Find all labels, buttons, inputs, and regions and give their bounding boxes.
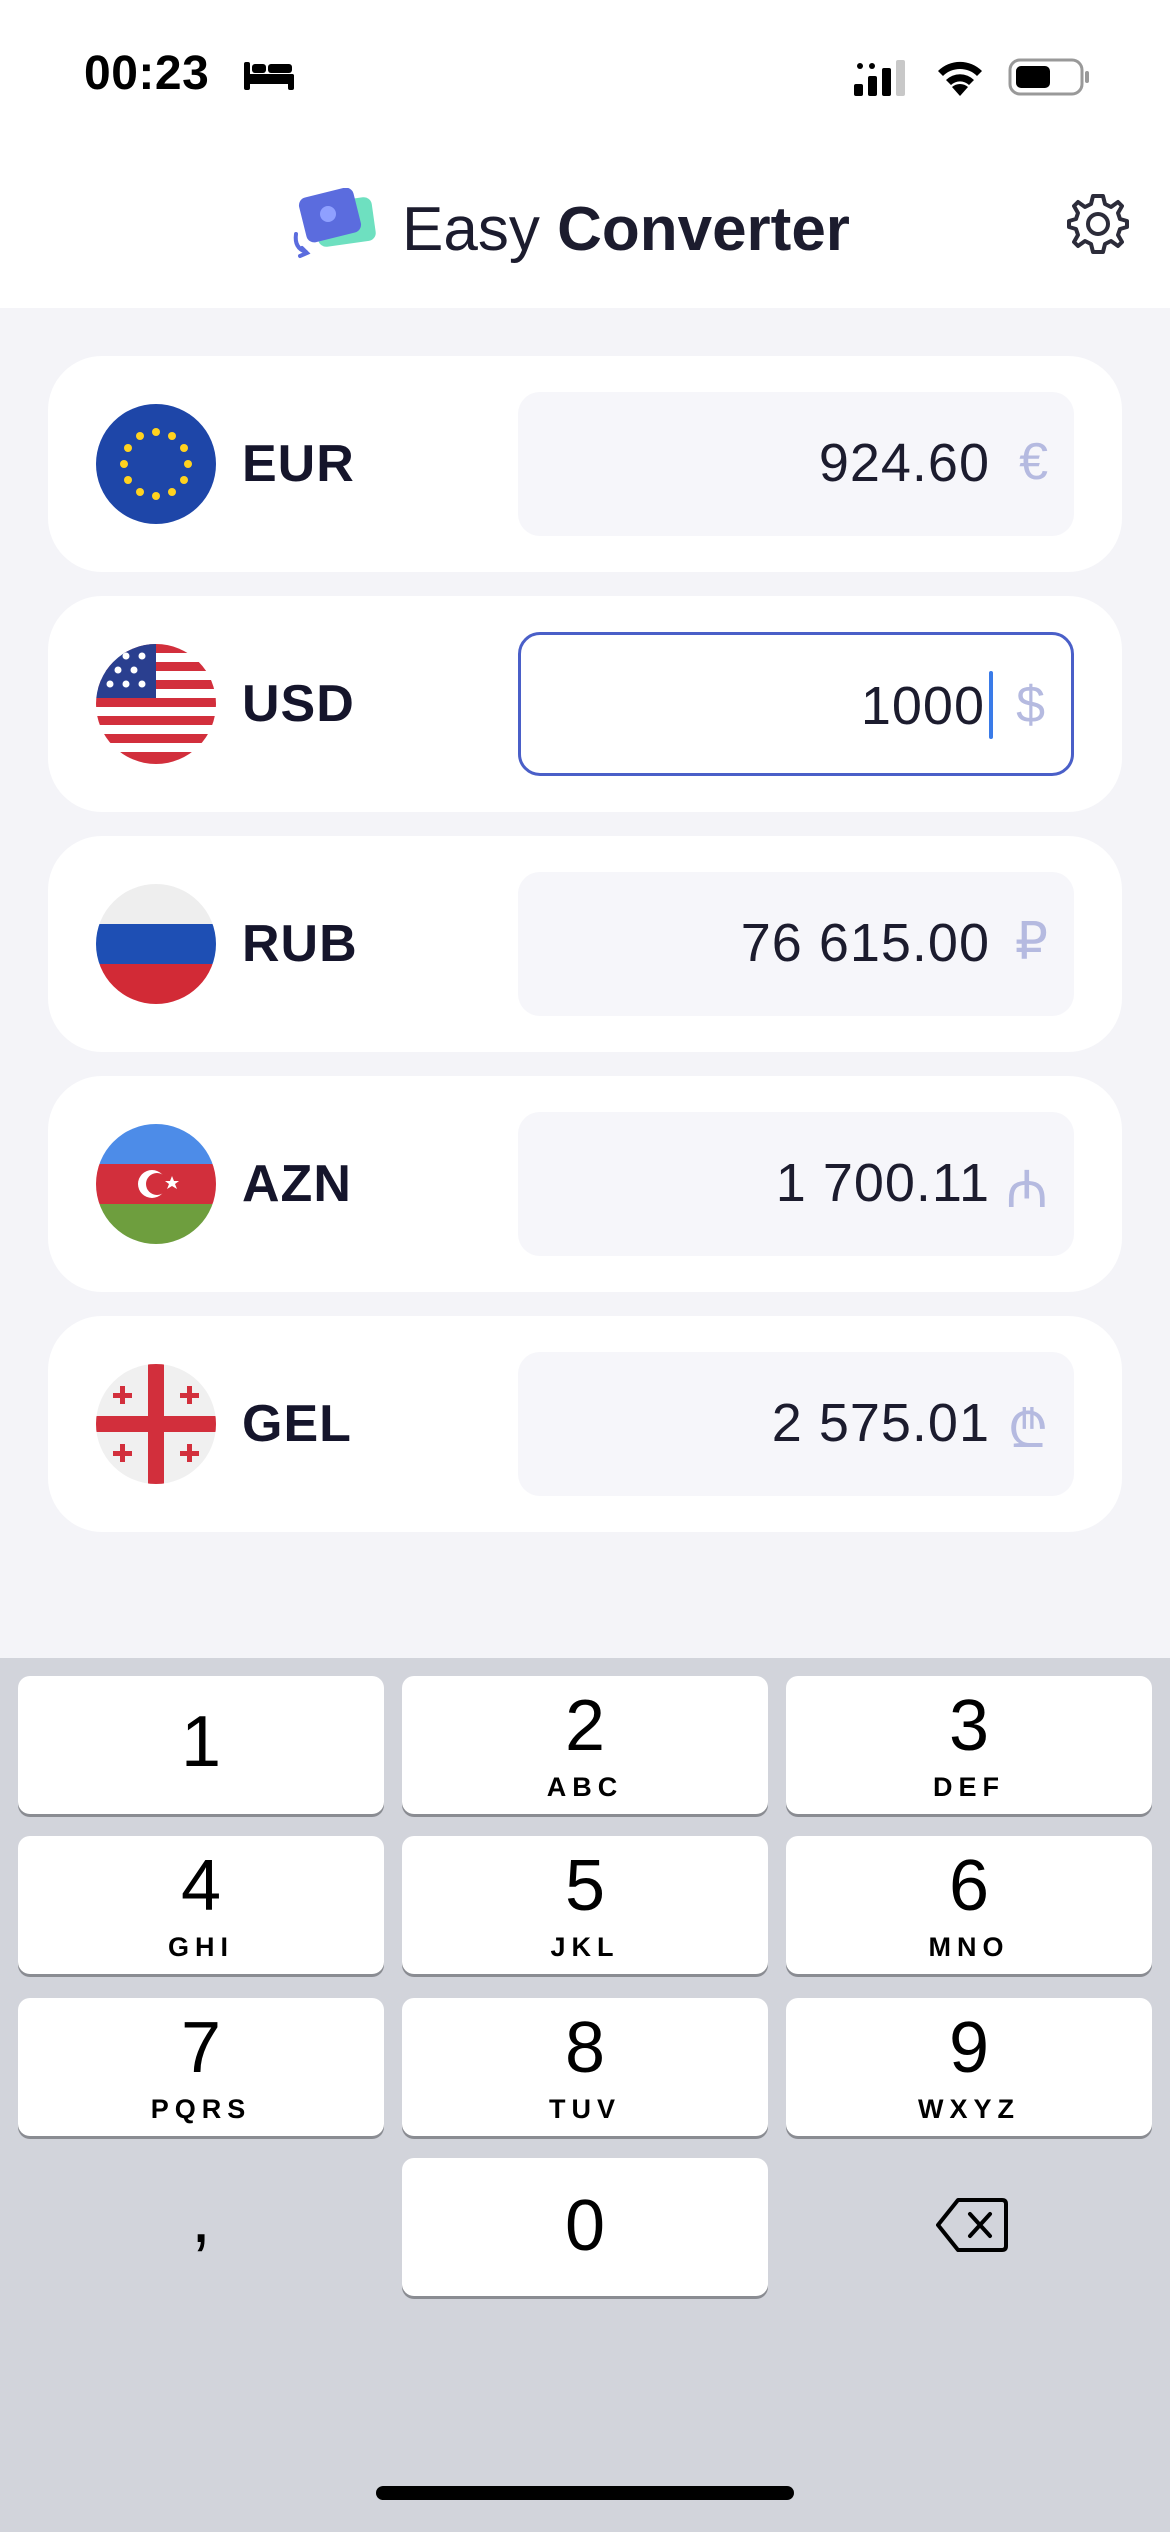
us-flag-icon	[96, 644, 216, 764]
key-6[interactable]: 6 MNO	[786, 1836, 1152, 1974]
key-2[interactable]: 2 ABC	[402, 1676, 768, 1814]
currency-symbol: €	[1019, 433, 1048, 491]
wifi-icon	[938, 61, 982, 96]
app-title: Easy Converter	[402, 194, 850, 265]
app-header: Easy Converter	[0, 150, 1170, 308]
key-4[interactable]: 4 GHI	[18, 1836, 384, 1974]
currency-symbol: ₼	[1005, 1161, 1048, 1219]
currency-code: AZN	[242, 1155, 352, 1213]
key-digit: 6	[948, 1846, 990, 1926]
amount-value: 924.60	[818, 433, 990, 493]
backspace-icon	[936, 2198, 1008, 2252]
key-digit: 8	[564, 2008, 606, 2088]
key-8[interactable]: 8 TUV	[402, 1998, 768, 2136]
key-comma[interactable]: ,	[18, 2158, 384, 2296]
key-letters: JKL	[550, 1932, 620, 1962]
key-3[interactable]: 3 DEF	[786, 1676, 1152, 1814]
sleep-focus-icon	[244, 62, 294, 90]
currency-code: GEL	[242, 1395, 352, 1453]
currency-code: EUR	[242, 435, 355, 493]
key-9[interactable]: 9 WXYZ	[786, 1998, 1152, 2136]
russia-flag-icon	[96, 884, 216, 1004]
key-letters: GHI	[167, 1932, 234, 1962]
amount-input-usd[interactable]: 1000 $	[518, 632, 1074, 776]
georgia-flag-icon	[96, 1364, 216, 1484]
currency-row-rub: RUB 76 615.00 ₽	[48, 836, 1122, 1052]
currency-row-gel: GEL 2 575.01 ₾	[48, 1316, 1122, 1532]
app-title-light: Easy	[402, 195, 558, 264]
key-digit: 0	[564, 2186, 606, 2266]
currency-code: RUB	[242, 915, 358, 973]
amount-input-gel[interactable]: 2 575.01 ₾	[518, 1352, 1074, 1496]
currency-symbol: ₾	[1007, 1401, 1048, 1459]
key-delete[interactable]	[786, 2158, 1152, 2296]
amount-value: 76 615.00	[740, 913, 990, 973]
key-digit: 2	[564, 1686, 606, 1766]
amount-input-rub[interactable]: 76 615.00 ₽	[518, 872, 1074, 1016]
cellular-signal-icon	[854, 60, 905, 96]
key-letters: TUV	[549, 2094, 621, 2124]
key-digit: 1	[180, 1702, 222, 1782]
key-1[interactable]: 1	[18, 1676, 384, 1814]
amount-value: 1000	[860, 676, 985, 736]
currency-symbol: ₽	[1014, 913, 1048, 971]
status-time: 00:23	[84, 47, 210, 100]
key-7[interactable]: 7 PQRS	[18, 1998, 384, 2136]
battery-icon	[1008, 58, 1089, 96]
key-letters: PQRS	[150, 2094, 252, 2124]
app-screen: 00:23 Easy Converter EUR 924.60 € USD 10…	[0, 0, 1170, 2532]
currency-list: EUR 924.60 € USD 1000 $ RUB 76 615.00 ₽ …	[48, 356, 1122, 1556]
home-indicator[interactable]	[376, 2486, 794, 2500]
currency-symbol: $	[1016, 676, 1045, 734]
key-letters: MNO	[928, 1932, 1010, 1962]
key-digit: 3	[948, 1686, 990, 1766]
key-digit: 4	[180, 1846, 222, 1926]
app-logo-icon	[293, 188, 376, 258]
currency-row-eur: EUR 924.60 €	[48, 356, 1122, 572]
amount-value: 1 700.11	[775, 1153, 990, 1213]
eu-flag-icon	[96, 404, 216, 524]
numeric-keyboard: 1 2 ABC 3 DEF 4 GHI 5 JKL 6 MNO 7 PQRS 8	[0, 1658, 1170, 2532]
text-caret	[989, 671, 993, 739]
status-bar: 00:23	[0, 0, 1170, 150]
key-digit: 7	[180, 2008, 222, 2088]
amount-input-eur[interactable]: 924.60 €	[518, 392, 1074, 536]
amount-input-azn[interactable]: 1 700.11 ₼	[518, 1112, 1074, 1256]
key-0[interactable]: 0	[402, 2158, 768, 2296]
azerbaijan-flag-icon	[96, 1124, 216, 1244]
key-digit: 5	[564, 1846, 606, 1926]
amount-value: 2 575.01	[771, 1393, 990, 1453]
key-letters: WXYZ	[918, 2094, 1020, 2124]
key-5[interactable]: 5 JKL	[402, 1836, 768, 1974]
currency-code: USD	[242, 675, 355, 733]
key-digit: 9	[948, 2008, 990, 2088]
currency-row-azn: AZN 1 700.11 ₼	[48, 1076, 1122, 1292]
key-letters: DEF	[933, 1772, 1005, 1802]
settings-gear-icon[interactable]	[1064, 190, 1132, 258]
key-letters: ABC	[546, 1772, 624, 1802]
currency-row-usd: USD 1000 $	[48, 596, 1122, 812]
app-title-bold: Converter	[557, 195, 850, 264]
